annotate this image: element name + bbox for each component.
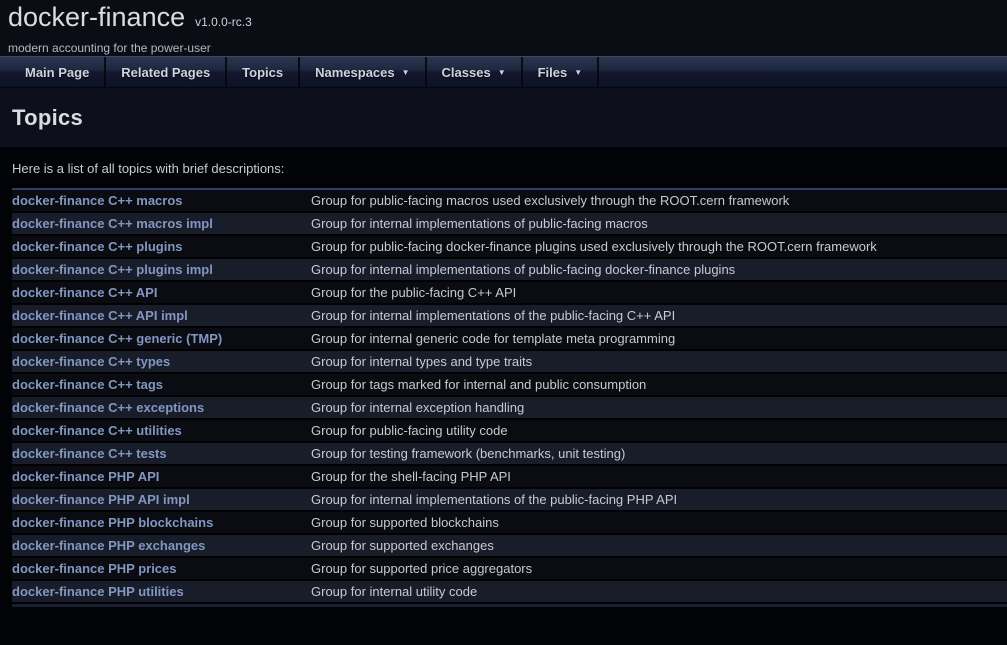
topic-description: Group for internal exception handling bbox=[311, 396, 1007, 419]
topic-link[interactable]: docker-finance C++ macros bbox=[12, 193, 183, 208]
chevron-down-icon: ▼ bbox=[574, 68, 582, 77]
topic-link[interactable]: docker-finance C++ plugins impl bbox=[12, 262, 213, 277]
contents: Here is a list of all topics with brief … bbox=[0, 161, 1007, 607]
topic-description: Group for tags marked for internal and p… bbox=[311, 373, 1007, 396]
topic-link[interactable]: docker-finance C++ exceptions bbox=[12, 400, 204, 415]
table-row: docker-finance C++ tests Group for testi… bbox=[12, 442, 1007, 465]
nav-tab-label: Related Pages bbox=[121, 65, 210, 80]
topic-link[interactable]: docker-finance C++ API bbox=[12, 285, 157, 300]
topic-link[interactable]: docker-finance PHP API bbox=[12, 469, 159, 484]
topic-link[interactable]: docker-finance C++ API impl bbox=[12, 308, 188, 323]
title-area: docker-finance v1.0.0-rc.3 modern account… bbox=[0, 0, 1007, 56]
main-nav: Main Page Related Pages Topics Namespace… bbox=[0, 56, 1007, 88]
table-row: docker-finance PHP utilities Group for i… bbox=[12, 580, 1007, 603]
topic-description: Group for the public-facing C++ API bbox=[311, 281, 1007, 304]
topic-link[interactable]: docker-finance C++ types bbox=[12, 354, 170, 369]
topic-link[interactable]: docker-finance PHP prices bbox=[12, 561, 177, 576]
topic-link[interactable]: docker-finance C++ tests bbox=[12, 446, 167, 461]
topic-description: Group for testing framework (benchmarks,… bbox=[311, 442, 1007, 465]
table-row: docker-finance PHP API Group for the she… bbox=[12, 465, 1007, 488]
nav-tab-classes[interactable]: Classes ▼ bbox=[427, 57, 523, 87]
topic-description: Group for internal implementations of pu… bbox=[311, 258, 1007, 281]
chevron-down-icon: ▼ bbox=[498, 68, 506, 77]
table-row: docker-finance C++ macros Group for publ… bbox=[12, 189, 1007, 212]
page-header: Topics bbox=[0, 88, 1007, 147]
table-row: docker-finance C++ macros impl Group for… bbox=[12, 212, 1007, 235]
table-row: docker-finance C++ utilities Group for p… bbox=[12, 419, 1007, 442]
nav-tab-label: Namespaces bbox=[315, 65, 395, 80]
topic-link[interactable]: docker-finance PHP API impl bbox=[12, 492, 190, 507]
nav-tablist: Main Page Related Pages Topics Namespace… bbox=[0, 57, 599, 87]
nav-tab-namespaces[interactable]: Namespaces ▼ bbox=[300, 57, 426, 87]
project-version: v1.0.0-rc.3 bbox=[195, 15, 252, 29]
topic-description: Group for internal utility code bbox=[311, 580, 1007, 603]
topic-link[interactable]: docker-finance PHP blockchains bbox=[12, 515, 213, 530]
topic-description: Group for supported price aggregators bbox=[311, 557, 1007, 580]
table-row: docker-finance C++ API impl Group for in… bbox=[12, 304, 1007, 327]
nav-tab-files[interactable]: Files ▼ bbox=[523, 57, 600, 87]
intro-text: Here is a list of all topics with brief … bbox=[12, 161, 1007, 176]
nav-tab-main-page[interactable]: Main Page bbox=[10, 57, 106, 87]
topic-description: Group for internal implementations of th… bbox=[311, 488, 1007, 511]
topic-link[interactable]: docker-finance C++ tags bbox=[12, 377, 163, 392]
project-brief: modern accounting for the power-user bbox=[8, 41, 1007, 55]
topic-description: Group for internal implementations of th… bbox=[311, 304, 1007, 327]
topic-description: Group for the shell-facing PHP API bbox=[311, 465, 1007, 488]
table-row: docker-finance C++ API Group for the pub… bbox=[12, 281, 1007, 304]
topic-link[interactable]: docker-finance C++ utilities bbox=[12, 423, 182, 438]
topic-description: Group for public-facing docker-finance p… bbox=[311, 235, 1007, 258]
nav-tab-label: Main Page bbox=[25, 65, 89, 80]
project-title-line: docker-finance v1.0.0-rc.3 bbox=[8, 1, 1007, 38]
table-row: docker-finance C++ exceptions Group for … bbox=[12, 396, 1007, 419]
topic-link[interactable]: docker-finance C++ generic (TMP) bbox=[12, 331, 222, 346]
table-row: docker-finance PHP API impl Group for in… bbox=[12, 488, 1007, 511]
topic-description: Group for internal generic code for temp… bbox=[311, 327, 1007, 350]
topics-table: docker-finance C++ macros Group for publ… bbox=[12, 188, 1007, 604]
table-row: docker-finance PHP blockchains Group for… bbox=[12, 511, 1007, 534]
project-name: docker-finance bbox=[8, 2, 185, 32]
table-row: docker-finance C++ generic (TMP) Group f… bbox=[12, 327, 1007, 350]
table-row: docker-finance C++ plugins Group for pub… bbox=[12, 235, 1007, 258]
topic-description: Group for internal types and type traits bbox=[311, 350, 1007, 373]
topic-description: Group for public-facing utility code bbox=[311, 419, 1007, 442]
table-row: docker-finance C++ tags Group for tags m… bbox=[12, 373, 1007, 396]
topic-link[interactable]: docker-finance C++ plugins bbox=[12, 239, 183, 254]
table-row: docker-finance C++ plugins impl Group fo… bbox=[12, 258, 1007, 281]
nav-tab-label: Topics bbox=[242, 65, 283, 80]
topic-description: Group for public-facing macros used excl… bbox=[311, 189, 1007, 212]
topic-description: Group for internal implementations of pu… bbox=[311, 212, 1007, 235]
table-row: docker-finance PHP exchanges Group for s… bbox=[12, 534, 1007, 557]
topic-description: Group for supported exchanges bbox=[311, 534, 1007, 557]
nav-tab-label: Files bbox=[538, 65, 568, 80]
topic-link[interactable]: docker-finance PHP exchanges bbox=[12, 538, 205, 553]
table-row: docker-finance C++ types Group for inter… bbox=[12, 350, 1007, 373]
table-row: docker-finance PHP prices Group for supp… bbox=[12, 557, 1007, 580]
chevron-down-icon: ▼ bbox=[402, 68, 410, 77]
next-row-partial bbox=[12, 604, 1007, 607]
topic-link[interactable]: docker-finance C++ macros impl bbox=[12, 216, 213, 231]
page-title: Topics bbox=[12, 105, 1007, 131]
nav-tab-related-pages[interactable]: Related Pages bbox=[106, 57, 227, 87]
topic-link[interactable]: docker-finance PHP utilities bbox=[12, 584, 184, 599]
topic-description: Group for supported blockchains bbox=[311, 511, 1007, 534]
nav-tab-topics[interactable]: Topics bbox=[227, 57, 300, 87]
nav-tab-label: Classes bbox=[442, 65, 491, 80]
